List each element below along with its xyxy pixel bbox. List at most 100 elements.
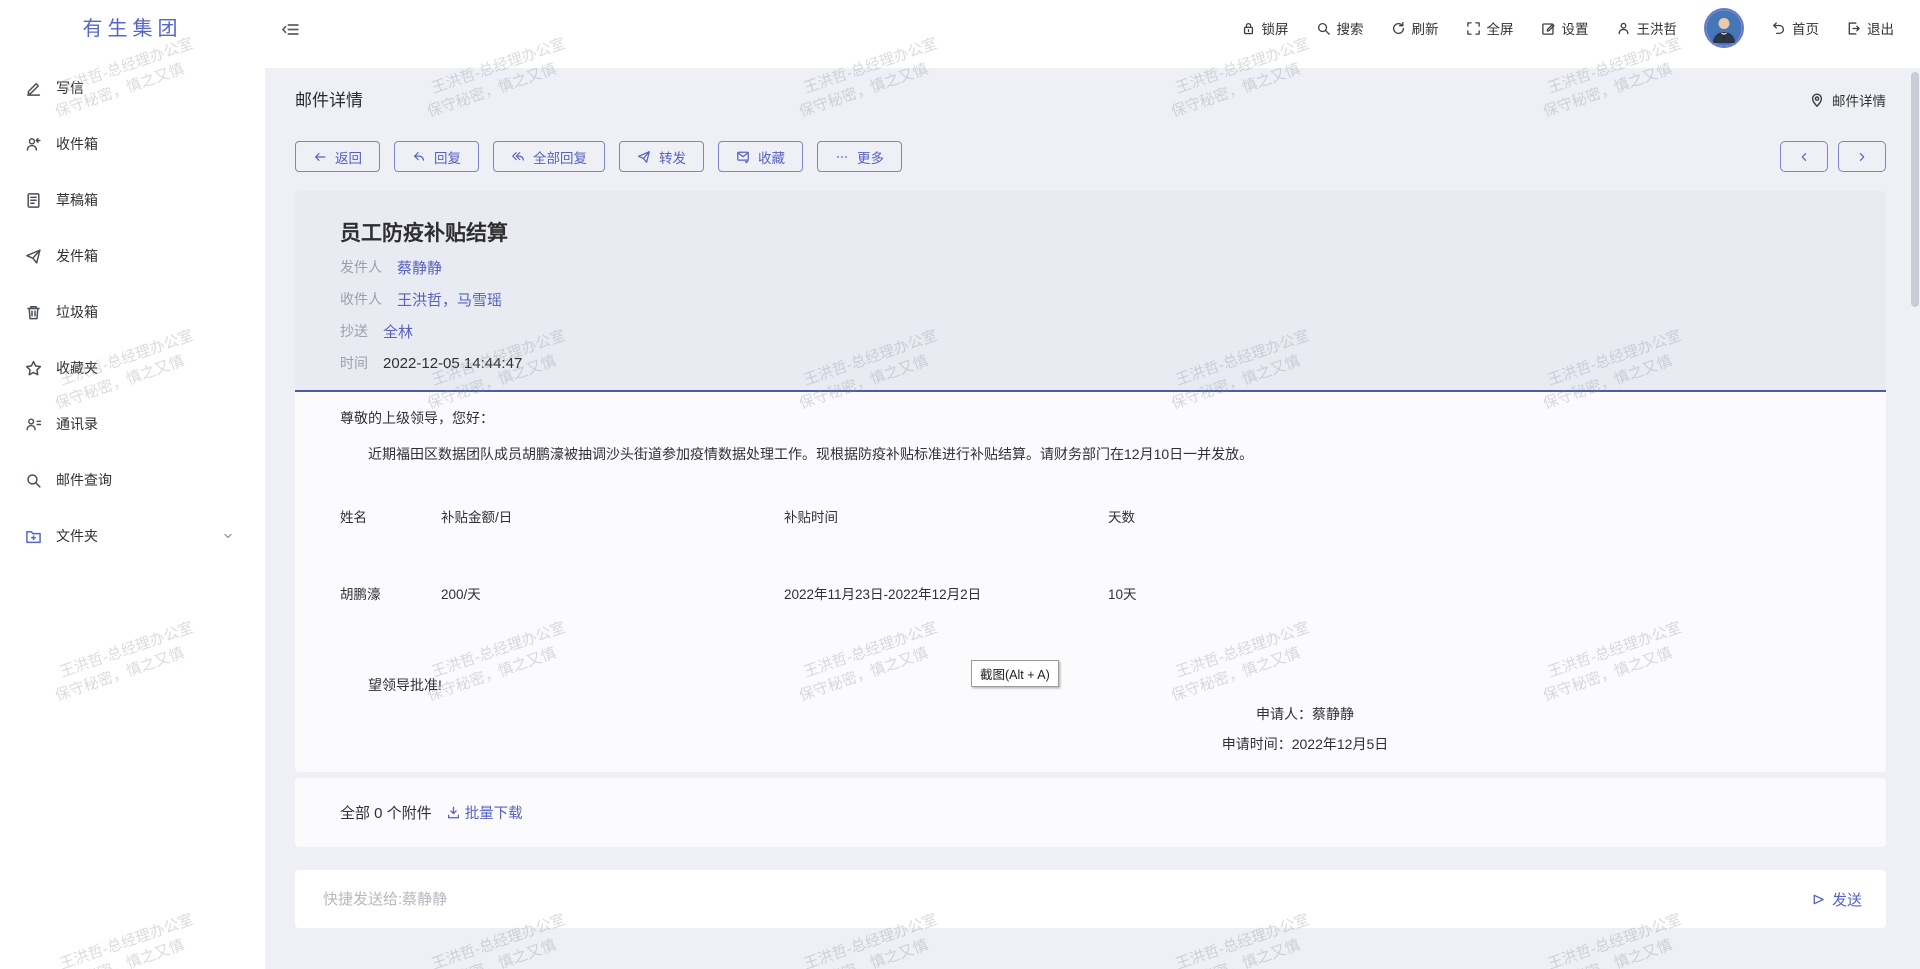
collapse-menu-icon <box>281 20 300 39</box>
sidebar-item-label: 垃圾箱 <box>56 302 98 322</box>
prev-mail-button[interactable] <box>1780 141 1828 172</box>
logout-button[interactable]: 退出 <box>1846 18 1894 38</box>
reply-icon <box>412 150 426 164</box>
fullscreen-icon <box>1466 21 1481 36</box>
search-button[interactable]: 搜索 <box>1316 18 1364 38</box>
mail-header-section: 员工防疫补贴结算 发件人 蔡静静 收件人 王洪哲，马雪瑶 抄送 全林 时间 20… <box>295 191 1886 390</box>
mail-to-row: 收件人 王洪哲，马雪瑶 <box>340 289 502 309</box>
sidebar-item-drafts[interactable]: 草稿箱 <box>0 172 265 228</box>
favorite-button[interactable]: 收藏 <box>718 141 803 172</box>
apply-date: 2022年12月5日 <box>1292 736 1389 752</box>
pencil-icon <box>25 80 42 97</box>
settings-button[interactable]: 设置 <box>1541 18 1589 38</box>
mail-from-contact[interactable]: 蔡静静 <box>397 257 442 278</box>
person-icon <box>1616 21 1631 36</box>
back-home-icon <box>1771 21 1786 36</box>
table-header-period: 补贴时间 <box>784 506 838 526</box>
user-name: 王洪哲 <box>1637 18 1678 38</box>
mail-timestamp: 2022-12-05 14:44:47 <box>383 355 522 372</box>
apply-date-line: 申请时间：2022年12月5日 <box>1155 734 1455 754</box>
sidebar-item-label: 写信 <box>56 78 84 98</box>
location-pin-icon <box>1809 92 1825 108</box>
vertical-scrollbar <box>1910 68 1920 969</box>
forward-plane-icon <box>637 150 651 164</box>
mail-to-contacts[interactable]: 王洪哲，马雪瑶 <box>397 289 502 310</box>
sidebar-item-label: 收件箱 <box>56 134 98 154</box>
refresh-icon <box>1391 21 1406 36</box>
sidebar-item-favorites[interactable]: 收藏夹 <box>0 340 265 396</box>
refresh-button[interactable]: 刷新 <box>1391 18 1439 38</box>
mail-closing: 望领导批准! <box>368 675 442 695</box>
attachments-bar: 全部 0 个附件 批量下载 <box>295 778 1886 847</box>
sidebar-item-contacts[interactable]: 通讯录 <box>0 396 265 452</box>
applicant-name: 蔡静静 <box>1312 706 1354 722</box>
inbox-person-icon <box>25 136 42 153</box>
chevron-right-icon <box>1855 150 1869 164</box>
avatar[interactable] <box>1704 8 1744 48</box>
chevron-down-icon[interactable] <box>221 529 235 543</box>
search-icon <box>25 472 42 489</box>
mail-from-row: 发件人 蔡静静 <box>340 257 442 277</box>
lock-screen-button[interactable]: 锁屏 <box>1241 18 1289 38</box>
back-button[interactable]: 返回 <box>295 141 380 172</box>
trash-icon <box>25 304 42 321</box>
next-mail-button[interactable] <box>1838 141 1886 172</box>
quick-send-bar: 发送 <box>295 870 1886 928</box>
draft-doc-icon <box>25 192 42 209</box>
fullscreen-button[interactable]: 全屏 <box>1466 18 1514 38</box>
home-button[interactable]: 首页 <box>1771 18 1819 38</box>
contacts-icon <box>25 416 42 433</box>
batch-download-link[interactable]: 批量下载 <box>446 802 523 823</box>
current-user-button[interactable]: 王洪哲 <box>1616 18 1678 38</box>
forward-button[interactable]: 转发 <box>619 141 704 172</box>
sidebar-item-compose[interactable]: 写信 <box>0 60 265 116</box>
mail-toolbar: 返回 回复 全部回复 转发 收藏 更多 <box>295 141 902 172</box>
sidebar-collapse-button[interactable] <box>281 20 300 39</box>
sidebar: 写信 收件箱 草稿箱 发件箱 垃圾箱 收藏夹 通讯录 邮件查询 <box>0 60 265 564</box>
quick-send-input[interactable] <box>321 890 1811 909</box>
search-icon <box>1316 21 1331 36</box>
mail-body-section: 尊敬的上级领导，您好： 近期福田区数据团队成员胡鹏濠被抽调沙头街道参加疫情数据处… <box>295 392 1886 772</box>
mail-paragraph: 近期福田区数据团队成员胡鹏濠被抽调沙头街道参加疫情数据处理工作。现根据防疫补贴标… <box>368 444 1253 464</box>
send-button[interactable]: 发送 <box>1811 889 1862 910</box>
more-button[interactable]: 更多 <box>817 141 902 172</box>
table-cell-name: 胡鹏濠 <box>340 583 381 603</box>
reply-button[interactable]: 回复 <box>394 141 479 172</box>
folder-plus-icon <box>25 528 42 545</box>
mail-cc-contact[interactable]: 全林 <box>383 321 413 342</box>
attachments-summary: 全部 0 个附件 <box>340 802 432 823</box>
sidebar-item-sent[interactable]: 发件箱 <box>0 228 265 284</box>
mail-greeting: 尊敬的上级领导，您好： <box>340 408 494 428</box>
more-dots-icon <box>835 150 849 164</box>
settings-icon <box>1541 21 1556 36</box>
reply-all-button[interactable]: 全部回复 <box>493 141 605 172</box>
table-header-name: 姓名 <box>340 506 367 526</box>
logout-icon <box>1846 21 1861 36</box>
mail-detail-card: 员工防疫补贴结算 发件人 蔡静静 收件人 王洪哲，马雪瑶 抄送 全林 时间 20… <box>295 191 1886 772</box>
mail-cc-row: 抄送 全林 <box>340 321 413 341</box>
download-icon <box>446 805 461 820</box>
sidebar-item-label: 文件夹 <box>56 526 98 546</box>
page-title: 邮件详情 <box>295 86 363 111</box>
table-header-amount: 补贴金额/日 <box>441 506 512 526</box>
sidebar-item-label: 发件箱 <box>56 246 98 266</box>
sidebar-item-inbox[interactable]: 收件箱 <box>0 116 265 172</box>
chevron-left-icon <box>1797 150 1811 164</box>
mail-star-icon <box>736 150 750 164</box>
sidebar-item-mail-search[interactable]: 邮件查询 <box>0 452 265 508</box>
applicant-line: 申请人：蔡静静 <box>1155 704 1455 724</box>
mail-subject: 员工防疫补贴结算 <box>340 217 508 247</box>
topbar-actions: 锁屏 搜索 刷新 全屏 设置 王洪哲 首页 <box>1241 0 1895 56</box>
table-header-days: 天数 <box>1108 506 1135 526</box>
sidebar-item-label: 草稿箱 <box>56 190 98 210</box>
paper-plane-icon <box>25 248 42 265</box>
table-cell-days: 10天 <box>1108 583 1137 603</box>
star-icon <box>25 360 42 377</box>
table-cell-amount: 200/天 <box>441 583 481 603</box>
reply-all-icon <box>511 150 525 164</box>
lock-icon <box>1241 21 1256 36</box>
scrollbar-thumb[interactable] <box>1911 72 1919 307</box>
sidebar-item-folders[interactable]: 文件夹 <box>0 508 265 564</box>
sidebar-item-trash[interactable]: 垃圾箱 <box>0 284 265 340</box>
send-icon <box>1811 892 1826 907</box>
